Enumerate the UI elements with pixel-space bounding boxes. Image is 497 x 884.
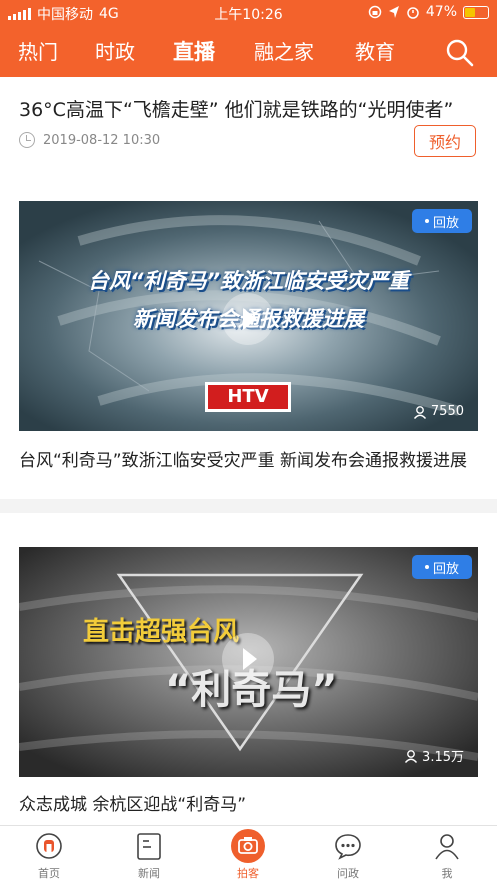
- nav-me-label: 我: [441, 867, 453, 880]
- view-count-value: 7550: [430, 404, 464, 419]
- nav-news-label: 新闻: [138, 867, 160, 880]
- search-icon[interactable]: [445, 38, 475, 68]
- video-thumbnail[interactable]: 台风“利奇马”致浙江临安受灾严重 新闻发布会通报救援进展 HTV 回放 7550: [19, 201, 478, 431]
- battery-percent: 47%: [425, 4, 457, 20]
- tab-live[interactable]: 直播: [173, 36, 215, 66]
- nav-inquiry[interactable]: 问政: [313, 826, 383, 884]
- top-nav: 热门 时政 直播 融之家 教育: [0, 26, 497, 77]
- battery-icon: [463, 5, 489, 19]
- home-icon: [36, 833, 62, 859]
- dot-icon: [424, 219, 429, 223]
- video-overlay-title: 直击超强台风: [83, 617, 240, 647]
- status-right: 47%: [368, 4, 489, 20]
- nav-news[interactable]: 新闻: [114, 826, 184, 884]
- status-bar: 中国移动 4G 上午10:26 47%: [0, 0, 497, 26]
- location-icon: [388, 6, 399, 18]
- upcoming-live-card[interactable]: 36°C高温下“飞檐走壁” 他们就是铁路的“光明使者” 2019-08-12 1…: [0, 77, 497, 181]
- replay-card[interactable]: 直击超强台风 “利奇马” 回放 3.15万 众志成城 余杭区迎战“利奇马”: [0, 513, 497, 825]
- camera-icon: [231, 829, 265, 863]
- video-caption[interactable]: 众志成城 余杭区迎战“利奇马”: [19, 793, 479, 817]
- replay-label: 回放: [432, 215, 459, 231]
- live-list: 36°C高温下“飞檐走壁” 他们就是铁路的“光明使者” 2019-08-12 1…: [0, 77, 497, 825]
- nav-me[interactable]: 我: [412, 826, 482, 884]
- play-button[interactable]: [222, 293, 274, 345]
- tab-politics[interactable]: 时政: [95, 36, 135, 65]
- video-thumbnail[interactable]: 直击超强台风 “利奇马” 回放 3.15万: [19, 547, 478, 777]
- live-datetime: 2019-08-12 10:30: [43, 132, 161, 148]
- replay-label: 回放: [432, 561, 459, 577]
- user-icon: [405, 749, 418, 763]
- clock-icon: [19, 132, 35, 148]
- user-icon: [413, 405, 426, 419]
- nav-reporter[interactable]: 拍客: [213, 826, 283, 884]
- nav-home-label: 首页: [38, 867, 60, 880]
- nav-inquiry-label: 问政: [337, 867, 359, 880]
- replay-badge: 回放: [412, 209, 472, 233]
- chat-icon: [335, 834, 361, 860]
- tab-rongzhijia[interactable]: 融之家: [254, 36, 314, 65]
- reserve-button[interactable]: 预约: [414, 125, 476, 157]
- bottom-nav: 首页 新闻 拍客 问政 我: [0, 825, 497, 884]
- tab-hot[interactable]: 热门: [18, 36, 58, 65]
- video-caption[interactable]: 台风“利奇马”致浙江临安受灾严重 新闻发布会通报救援进展: [19, 449, 479, 473]
- nav-reporter-label: 拍客: [237, 867, 259, 880]
- person-icon: [435, 834, 459, 860]
- live-title[interactable]: 36°C高温下“飞檐走壁” 他们就是铁路的“光明使者”: [19, 95, 453, 122]
- replay-badge: 回放: [412, 555, 472, 579]
- dot-icon: [424, 565, 429, 569]
- news-icon: [137, 833, 161, 860]
- play-button[interactable]: [222, 633, 274, 685]
- battery-fill: [465, 7, 475, 17]
- tab-education[interactable]: 教育: [355, 36, 395, 65]
- view-count-value: 3.15万: [422, 750, 464, 765]
- nav-home[interactable]: 首页: [14, 826, 84, 884]
- view-count: 7550: [413, 404, 464, 419]
- htv-logo: HTV: [227, 386, 269, 407]
- live-meta: 2019-08-12 10:30: [19, 132, 160, 148]
- replay-card[interactable]: 台风“利奇马”致浙江临安受灾严重 新闻发布会通报救援进展 HTV 回放 7550…: [0, 181, 497, 499]
- alarm-icon: [407, 7, 419, 19]
- view-count: 3.15万: [404, 746, 464, 765]
- lock-rotation-icon: [368, 5, 382, 19]
- video-overlay-title: 台风“利奇马”致浙江临安受灾严重: [87, 269, 410, 293]
